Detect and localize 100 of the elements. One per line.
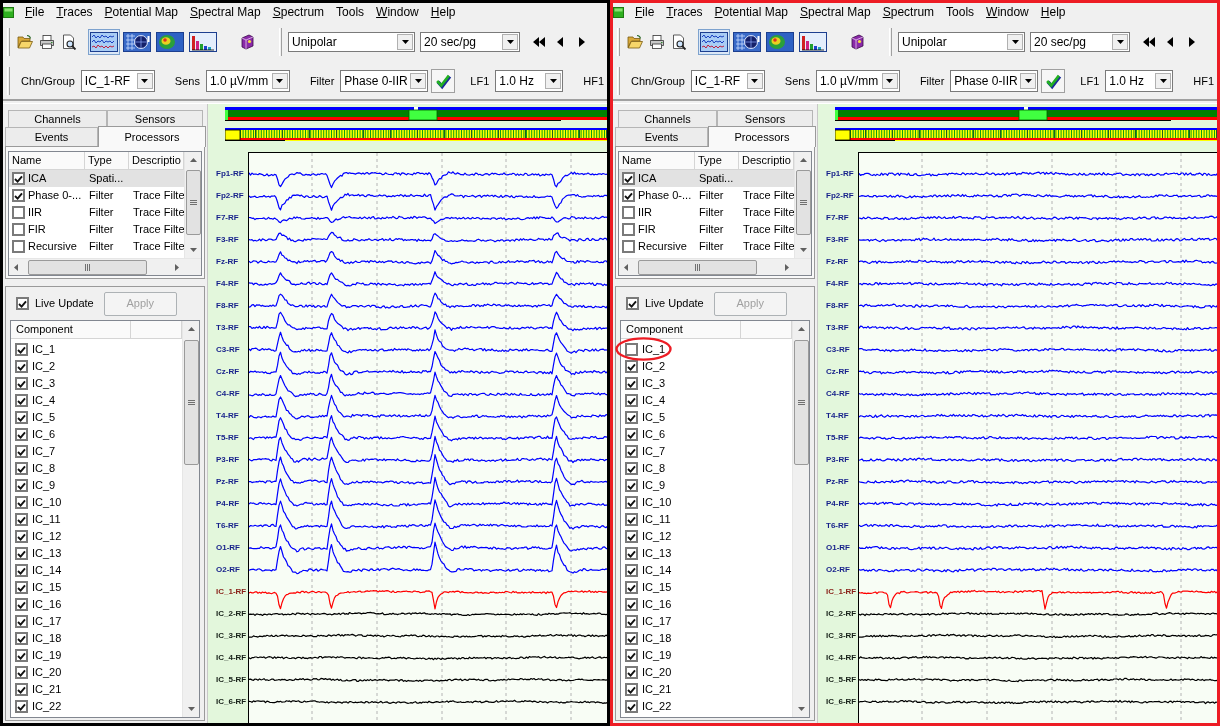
sensitivity-dropdown[interactable]: 1.0 µV/mm xyxy=(205,70,290,92)
sensitivity-dropdown[interactable]: 1.0 µV/mm xyxy=(815,70,900,92)
vertical-scrollbar[interactable] xyxy=(182,321,199,717)
processor-row[interactable]: IIR Filter Trace Filte xyxy=(9,204,184,221)
menu-item[interactable]: Help xyxy=(1034,4,1072,20)
right-arrow-icon[interactable] xyxy=(578,35,586,49)
processor-row[interactable]: FIR Filter Trace Filte xyxy=(619,221,794,238)
tab[interactable]: Channels xyxy=(618,110,717,127)
processor-row[interactable]: Recursive Filter Trace Filte xyxy=(9,238,184,255)
component-name[interactable]: IC_6 xyxy=(642,426,666,443)
checkbox[interactable] xyxy=(15,683,28,696)
checkbox[interactable] xyxy=(15,649,28,662)
component-name[interactable]: IC_18 xyxy=(32,630,62,647)
checkbox[interactable] xyxy=(15,411,28,424)
column-header[interactable]: Name xyxy=(9,152,85,170)
component-name[interactable]: IC_5 xyxy=(32,409,56,426)
menu-item[interactable]: Window xyxy=(370,4,425,20)
column-header[interactable]: Name xyxy=(619,152,695,170)
view-button[interactable] xyxy=(88,29,120,55)
checkbox[interactable] xyxy=(622,240,635,253)
scrollbar-thumb[interactable] xyxy=(793,340,809,465)
menu-item[interactable]: File xyxy=(629,4,661,20)
checkbox[interactable] xyxy=(625,377,638,390)
printer-icon[interactable] xyxy=(39,34,55,50)
checkbox[interactable] xyxy=(15,598,28,611)
component-name[interactable]: IC_15 xyxy=(642,579,672,596)
scrollbar-thumb[interactable] xyxy=(638,259,757,275)
component-name[interactable]: IC_13 xyxy=(642,545,672,562)
checkbox[interactable] xyxy=(15,666,28,679)
checkbox[interactable] xyxy=(625,547,638,560)
processor-row[interactable]: IIR Filter Trace Filte xyxy=(619,204,794,221)
checkbox[interactable] xyxy=(625,649,638,662)
checkbox[interactable] xyxy=(15,700,28,713)
left-arrow-icon[interactable] xyxy=(1166,35,1174,49)
tab[interactable]: Events xyxy=(615,127,708,146)
processor-row[interactable]: Recursive Filter Trace Filte xyxy=(619,238,794,255)
component-name[interactable]: IC_2 xyxy=(642,358,666,375)
processor-row[interactable]: Phase 0-... Filter Trace Filte xyxy=(619,187,794,204)
open-folder-icon[interactable] xyxy=(17,34,33,50)
checkbox[interactable] xyxy=(15,462,28,475)
open-folder-icon[interactable] xyxy=(627,34,643,50)
component-name[interactable]: IC_9 xyxy=(642,477,666,494)
horizontal-scrollbar[interactable] xyxy=(9,258,201,275)
menu-item[interactable]: Spectrum xyxy=(266,4,331,20)
component-name[interactable]: IC_20 xyxy=(32,664,62,681)
tab[interactable]: Processors xyxy=(98,126,206,147)
component-name[interactable]: IC_3 xyxy=(32,375,56,392)
checkbox[interactable] xyxy=(15,360,28,373)
current-page-marker[interactable] xyxy=(1018,109,1048,121)
print-preview-icon[interactable] xyxy=(671,34,687,50)
checkbox[interactable] xyxy=(15,530,28,543)
checkbox[interactable] xyxy=(12,189,25,202)
checkbox-label[interactable]: Live Update xyxy=(35,295,94,312)
double-left-arrow-icon[interactable] xyxy=(532,35,546,49)
filter-dropdown[interactable]: Phase 0-IIR xyxy=(950,70,1039,92)
component-name[interactable]: IC_6 xyxy=(32,426,56,443)
checkbox[interactable] xyxy=(625,360,638,373)
menu-item[interactable]: Traces xyxy=(660,4,709,20)
column-header[interactable]: Descriptio xyxy=(739,152,794,170)
scrollbar-thumb[interactable] xyxy=(795,170,811,235)
component-name[interactable]: IC_16 xyxy=(32,596,62,613)
component-name[interactable]: IC_5 xyxy=(642,409,666,426)
view-button[interactable] xyxy=(121,29,153,55)
processor-row[interactable]: FIR Filter Trace Filte xyxy=(9,221,184,238)
checkbox[interactable] xyxy=(625,411,638,424)
menu-item[interactable]: Potential Map xyxy=(708,4,794,20)
checkbox[interactable] xyxy=(16,297,29,310)
scroll-down-arrow-icon[interactable] xyxy=(187,707,195,711)
component-name[interactable]: IC_16 xyxy=(642,596,672,613)
menu-item[interactable]: Spectral Map xyxy=(794,4,877,20)
view-button[interactable] xyxy=(154,29,186,55)
scrollbar-thumb[interactable] xyxy=(183,340,199,465)
checkbox[interactable] xyxy=(625,564,638,577)
checkbox[interactable] xyxy=(15,377,28,390)
scroll-up-arrow-icon[interactable] xyxy=(189,158,197,162)
frequency-dropdown[interactable]: 1.0 Hz xyxy=(495,70,564,92)
right-arrow-icon[interactable] xyxy=(1188,35,1196,49)
component-name[interactable]: IC_22 xyxy=(32,698,62,715)
checkbox[interactable] xyxy=(625,462,638,475)
component-name[interactable]: IC_8 xyxy=(642,460,666,477)
checkbox[interactable] xyxy=(15,632,28,645)
scroll-up-arrow-icon[interactable] xyxy=(797,327,805,331)
menu-item[interactable]: Traces xyxy=(50,4,99,20)
checkbox[interactable] xyxy=(15,343,28,356)
view-button[interactable] xyxy=(187,29,219,55)
checkbox[interactable] xyxy=(625,394,638,407)
vertical-scrollbar[interactable] xyxy=(794,152,811,258)
component-name[interactable]: IC_4 xyxy=(32,392,56,409)
frequency-dropdown[interactable]: 1.0 Hz xyxy=(1105,70,1174,92)
component-name[interactable]: IC_20 xyxy=(642,664,672,681)
component-name[interactable]: IC_13 xyxy=(32,545,62,562)
checkbox[interactable] xyxy=(625,445,638,458)
column-header[interactable]: Type xyxy=(85,152,129,170)
event-timeline-drawing[interactable] xyxy=(835,128,1217,141)
filter-dropdown[interactable]: Phase 0-IIR xyxy=(340,70,429,92)
checkbox[interactable] xyxy=(12,240,25,253)
component-name[interactable]: IC_19 xyxy=(32,647,62,664)
page-navigator-bar[interactable] xyxy=(835,107,1217,121)
component-name[interactable]: IC_3 xyxy=(642,375,666,392)
component-name[interactable]: IC_18 xyxy=(642,630,672,647)
